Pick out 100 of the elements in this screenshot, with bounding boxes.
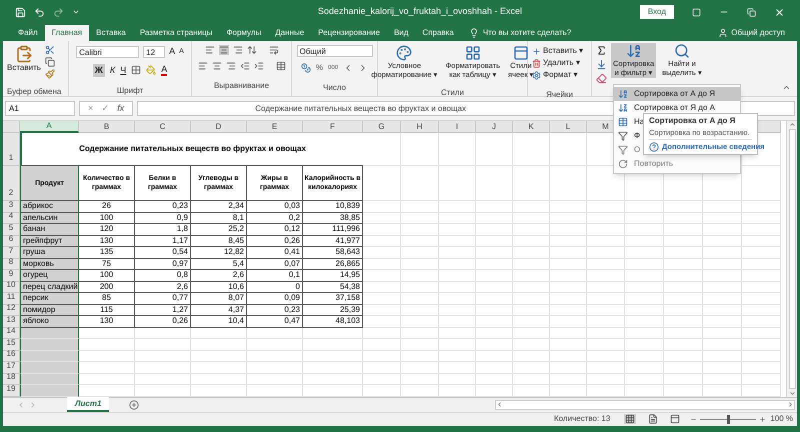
add-sheet-icon[interactable]	[129, 400, 140, 410]
page-layout-icon[interactable]	[648, 414, 658, 424]
align-right-icon[interactable]	[226, 61, 236, 71]
ribbon-tab[interactable]: Справка	[415, 25, 461, 41]
cells-button[interactable]: Формат ▾	[532, 69, 578, 81]
zoom-slider-thumb[interactable]	[727, 414, 730, 424]
indent-increase-icon[interactable]	[254, 61, 264, 71]
row-number[interactable]: 16	[3, 350, 20, 362]
font-color-button[interactable]: A	[161, 64, 168, 76]
fill-icon[interactable]	[596, 59, 607, 70]
row-number[interactable]: 1	[3, 133, 20, 166]
font-name-field[interactable]: Calibri	[76, 46, 140, 58]
column-header[interactable]: H	[401, 121, 439, 133]
align-left-icon[interactable]	[198, 61, 208, 71]
row-number[interactable]: 3	[3, 201, 20, 212]
row-number[interactable]: 11	[3, 293, 20, 304]
row-number[interactable]: 18	[3, 374, 20, 385]
save-icon[interactable]	[15, 6, 26, 18]
sign-in-button[interactable]: Вход	[640, 5, 674, 19]
row-number[interactable]: 5	[3, 224, 20, 236]
close-icon[interactable]	[774, 6, 785, 18]
menu-item[interactable]: Сортировка от А до Я	[614, 87, 740, 101]
cells-button[interactable]: Удалить ▾	[532, 57, 580, 69]
sheet-tab[interactable]: Лист1	[67, 397, 110, 412]
zoom-in-icon[interactable]	[759, 416, 766, 422]
column-header[interactable]: A	[20, 121, 79, 133]
column-header[interactable]: J	[476, 121, 513, 133]
italic-button[interactable]: К	[110, 64, 116, 77]
fill-color-icon[interactable]	[146, 65, 156, 76]
cut-icon[interactable]	[44, 45, 55, 55]
undo-icon[interactable]	[34, 6, 45, 18]
name-box[interactable]: A1	[5, 101, 75, 116]
orientation-icon[interactable]	[246, 45, 256, 55]
column-header[interactable]: E	[247, 121, 303, 133]
column-header[interactable]: D	[191, 121, 247, 133]
autosum-icon[interactable]	[596, 45, 607, 56]
insert-function-button[interactable]: fx	[117, 102, 124, 116]
column-header[interactable]: C	[135, 121, 191, 133]
font-size-field[interactable]: 12	[143, 46, 166, 58]
column-header[interactable]: B	[79, 121, 135, 133]
ribbon-tab[interactable]: Вид	[386, 25, 416, 41]
currency-icon[interactable]	[300, 63, 311, 73]
sheet-cell	[513, 328, 550, 339]
paintbrush-icon[interactable]	[44, 69, 55, 79]
eraser-icon[interactable]	[596, 73, 607, 84]
row-number[interactable]: 17	[3, 362, 20, 374]
column-header[interactable]: I	[439, 121, 476, 133]
row-number[interactable]: 10	[3, 282, 20, 293]
customize-icon[interactable]	[72, 8, 80, 16]
scroll-left-icon[interactable]	[496, 401, 503, 408]
sheet-cell	[439, 166, 476, 201]
ribbon-tab[interactable]: Главная	[44, 25, 90, 41]
ribbon-display-icon[interactable]	[692, 8, 701, 16]
row-number[interactable]: 13	[3, 316, 20, 328]
underline-button[interactable]: Ч	[120, 64, 126, 77]
scroll-down-icon[interactable]	[788, 390, 796, 396]
row-number[interactable]: 2	[3, 166, 20, 201]
row-number[interactable]: 12	[3, 304, 20, 316]
share-button[interactable]: Общий доступ	[731, 27, 785, 39]
ribbon-tab[interactable]: Формулы	[219, 25, 268, 41]
bold-button[interactable]: Ж	[92, 64, 105, 77]
column-header[interactable]: F	[303, 121, 363, 133]
vertical-scrollbar[interactable]	[786, 121, 797, 396]
percent-button[interactable]: %	[316, 62, 324, 74]
row-number[interactable]: 8	[3, 258, 20, 270]
row-number[interactable]: 15	[3, 339, 20, 350]
borders-icon[interactable]	[131, 65, 142, 76]
grow-font-button[interactable]: A	[169, 45, 176, 58]
restore-icon[interactable]	[747, 8, 756, 16]
number-format-field[interactable]: Общий	[296, 45, 372, 57]
indent-decrease-icon[interactable]	[240, 61, 250, 71]
row-number[interactable]: 14	[3, 328, 20, 339]
paste-button[interactable]: Вставить	[7, 45, 41, 88]
scroll-up-icon[interactable]	[788, 121, 796, 128]
row-number[interactable]: 4	[3, 212, 20, 224]
row-number[interactable]: 9	[3, 270, 20, 282]
tell-me-field[interactable]: Что вы хотите сделать?	[482, 27, 572, 39]
column-header[interactable]: L	[550, 121, 587, 133]
ribbon-tab[interactable]: Файл	[11, 25, 45, 41]
horizontal-scrollbar[interactable]	[495, 400, 795, 410]
menu-item[interactable]: Сортировка от Я до А	[614, 101, 719, 115]
table-cell: 38,85	[303, 212, 363, 224]
table-cell: 0,47	[247, 316, 303, 328]
wrap-text-icon[interactable]	[268, 45, 278, 55]
copy-icon[interactable]	[44, 57, 55, 67]
row-number[interactable]: 19	[3, 385, 20, 396]
align-center-icon[interactable]	[212, 61, 222, 71]
row-number[interactable]: 6	[3, 236, 20, 247]
row-number[interactable]: 7	[3, 247, 20, 258]
column-header[interactable]: K	[513, 121, 550, 133]
scroll-right-icon[interactable]	[787, 401, 794, 408]
column-header[interactable]: G	[363, 121, 401, 133]
ribbon-tab[interactable]: Разметка страницы	[132, 25, 220, 41]
ribbon-tab[interactable]: Вставка	[89, 25, 133, 41]
cells-button[interactable]: Вставить ▾	[532, 45, 584, 57]
ribbon-tab[interactable]: Данные	[268, 25, 312, 41]
collapse-ribbon-icon[interactable]	[782, 83, 791, 92]
ribbon-tab[interactable]: Рецензирование	[311, 25, 387, 41]
sheet-cell	[513, 350, 550, 362]
normal-view-icon[interactable]	[624, 414, 636, 424]
